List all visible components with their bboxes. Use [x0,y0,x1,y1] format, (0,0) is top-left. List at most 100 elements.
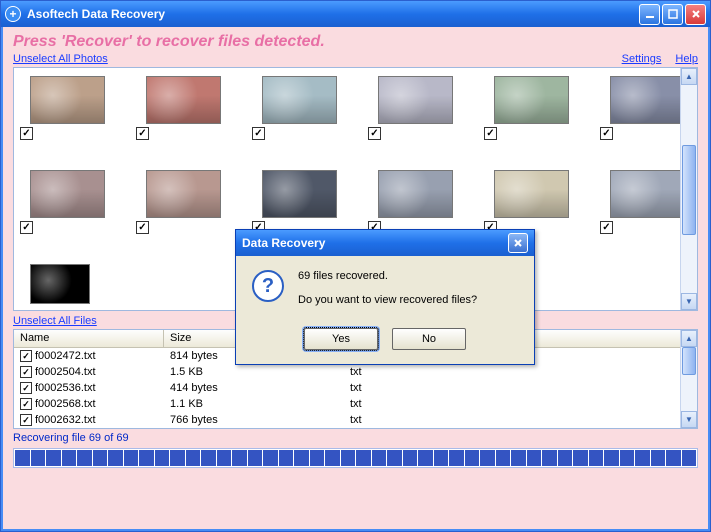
maximize-button[interactable] [662,4,683,25]
question-icon: ? [252,270,284,302]
help-link[interactable]: Help [675,53,698,65]
minimize-button[interactable] [639,4,660,25]
progress-segment [372,450,387,466]
progress-segment [403,450,418,466]
photo-item[interactable]: ✓ [484,76,574,140]
photo-checkbox[interactable]: ✓ [136,221,149,234]
photo-checkbox[interactable]: ✓ [484,127,497,140]
photo-thumbnail[interactable] [494,170,569,218]
yes-button[interactable]: Yes [304,328,378,350]
progress-segment [635,450,650,466]
window-title: Asoftech Data Recovery [27,7,639,21]
photo-item[interactable]: ✓ [136,76,226,140]
photo-thumbnail[interactable] [146,76,221,124]
photo-item[interactable]: ✓ [252,76,342,140]
progress-segment [31,450,46,466]
progress-segment [527,450,542,466]
settings-link[interactable]: Settings [622,53,662,65]
photo-thumbnail[interactable] [146,170,221,218]
file-name: f0002536.txt [35,382,96,394]
file-extension: txt [344,398,494,410]
dialog-titlebar: Data Recovery [236,230,534,256]
progress-segment [279,450,294,466]
progress-segment [93,450,108,466]
photo-checkbox[interactable]: ✓ [600,127,613,140]
file-name: f0002504.txt [35,366,96,378]
file-checkbox[interactable]: ✓ [20,350,32,362]
file-extension: txt [344,382,494,394]
scroll-up-button[interactable]: ▲ [681,68,697,85]
scroll-track[interactable] [681,347,697,411]
status-text: Recovering file 69 of 69 [13,432,698,444]
dialog-buttons: Yes No [236,328,534,364]
progress-segment [496,450,511,466]
photo-thumbnail[interactable] [30,76,105,124]
photo-item[interactable]: ✓ [20,76,110,140]
progress-segment [325,450,340,466]
table-row[interactable]: ✓f0002632.txt766 bytestxt [14,412,697,428]
photo-item[interactable]: ✓ [136,170,226,234]
progress-segment [604,450,619,466]
main-window: + Asoftech Data Recovery Press 'Recover'… [0,0,711,532]
table-row[interactable]: ✓f0002568.txt1.1 KBtxt [14,396,697,412]
scroll-down-button[interactable]: ▼ [681,293,697,310]
file-checkbox[interactable]: ✓ [20,398,32,410]
window-body: Press 'Recover' to recover files detecte… [1,27,710,531]
photo-thumbnail[interactable] [30,264,90,304]
progress-segment [387,450,402,466]
photo-item[interactable]: ✓ [600,170,690,234]
scroll-thumb[interactable] [682,145,696,235]
photo-checkbox[interactable]: ✓ [368,127,381,140]
maximize-icon [668,9,678,19]
dialog-close-button[interactable] [508,233,528,253]
scroll-track[interactable] [681,85,697,293]
file-checkbox[interactable]: ✓ [20,366,32,378]
progress-segment [542,450,557,466]
dialog-text: 69 files recovered. Do you want to view … [298,270,477,318]
photo-item[interactable]: ✓ [368,76,458,140]
progress-segment [77,450,92,466]
progress-segment [480,450,495,466]
photo-item[interactable]: ✓ [368,170,458,234]
photo-thumbnail[interactable] [610,170,685,218]
photo-thumbnail[interactable] [30,170,105,218]
table-row[interactable]: ✓f0002504.txt1.5 KBtxt [14,364,697,380]
unselect-all-photos-link[interactable]: Unselect All Photos [13,53,108,65]
photo-checkbox[interactable]: ✓ [20,221,33,234]
photo-thumbnail[interactable] [494,76,569,124]
progress-segment [248,450,263,466]
dialog-body: ? 69 files recovered. Do you want to vie… [236,256,534,328]
photo-thumbnail[interactable] [378,170,453,218]
scroll-thumb[interactable] [682,347,696,375]
file-name: f0002472.txt [35,350,96,362]
photo-item[interactable]: ✓ [484,170,574,234]
file-name: f0002632.txt [35,414,96,426]
photo-thumbnail[interactable] [262,76,337,124]
photo-item[interactable]: ✓ [252,170,342,234]
photo-checkbox[interactable]: ✓ [600,221,613,234]
photo-checkbox[interactable]: ✓ [20,127,33,140]
photo-checkbox[interactable]: ✓ [252,127,265,140]
file-name: f0002568.txt [35,398,96,410]
photo-item[interactable]: ✓ [20,170,110,234]
file-checkbox[interactable]: ✓ [20,382,32,394]
photo-thumbnail[interactable] [378,76,453,124]
top-links-row: Unselect All Photos Settings Help [13,53,698,65]
photos-scrollbar[interactable]: ▲ ▼ [680,68,697,310]
files-scrollbar[interactable]: ▲ ▼ [680,330,697,428]
instruction-text: Press 'Recover' to recover files detecte… [13,33,698,51]
photo-item[interactable]: ✓ [600,76,690,140]
file-checkbox[interactable]: ✓ [20,414,32,426]
photo-checkbox[interactable]: ✓ [136,127,149,140]
photo-thumbnail[interactable] [262,170,337,218]
scroll-up-button[interactable]: ▲ [681,330,697,347]
titlebar: + Asoftech Data Recovery [1,1,710,27]
no-button[interactable]: No [392,328,466,350]
progress-segment [341,450,356,466]
table-row[interactable]: ✓f0002536.txt414 bytestxt [14,380,697,396]
close-button[interactable] [685,4,706,25]
photo-item[interactable] [20,264,110,304]
col-header-name[interactable]: Name [14,330,164,347]
scroll-down-button[interactable]: ▼ [681,411,697,428]
photo-thumbnail[interactable] [610,76,685,124]
